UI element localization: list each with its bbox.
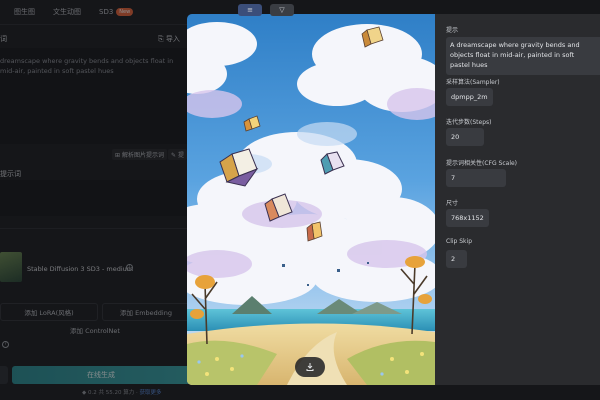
generation-details: 提示 A dreamscape where gravity bends and … [435,14,600,385]
view-toolbar: ≡ ▽ [238,4,294,16]
dreamscape-artwork [187,14,435,385]
list-view-icon[interactable]: ≡ [238,4,262,16]
image-detail-modal: 提示 A dreamscape where gravity bends and … [187,14,600,385]
size-value: 768x1152 [446,209,489,227]
sampler-label: 采样算法(Sampler) [446,79,500,86]
download-icon [306,363,314,371]
cfg-scale-label: 提示词相关性(CFG Scale) [446,160,518,167]
filter-icon[interactable]: ▽ [270,4,294,16]
steps-value: 20 [446,128,484,146]
steps-label: 迭代步数(Steps) [446,119,492,126]
sampler-value: dpmpp_2m [446,88,493,106]
clip-skip-label: Clip Skip [446,238,472,245]
cfg-scale-value: 7 [446,169,506,187]
download-button[interactable] [295,357,325,377]
prompt-detail-label: 提示 [446,27,459,34]
prompt-detail-value: A dreamscape where gravity bends and obj… [446,37,600,75]
size-label: 尺寸 [446,200,459,207]
clip-skip-value: 2 [446,250,467,268]
generated-image [187,14,435,385]
